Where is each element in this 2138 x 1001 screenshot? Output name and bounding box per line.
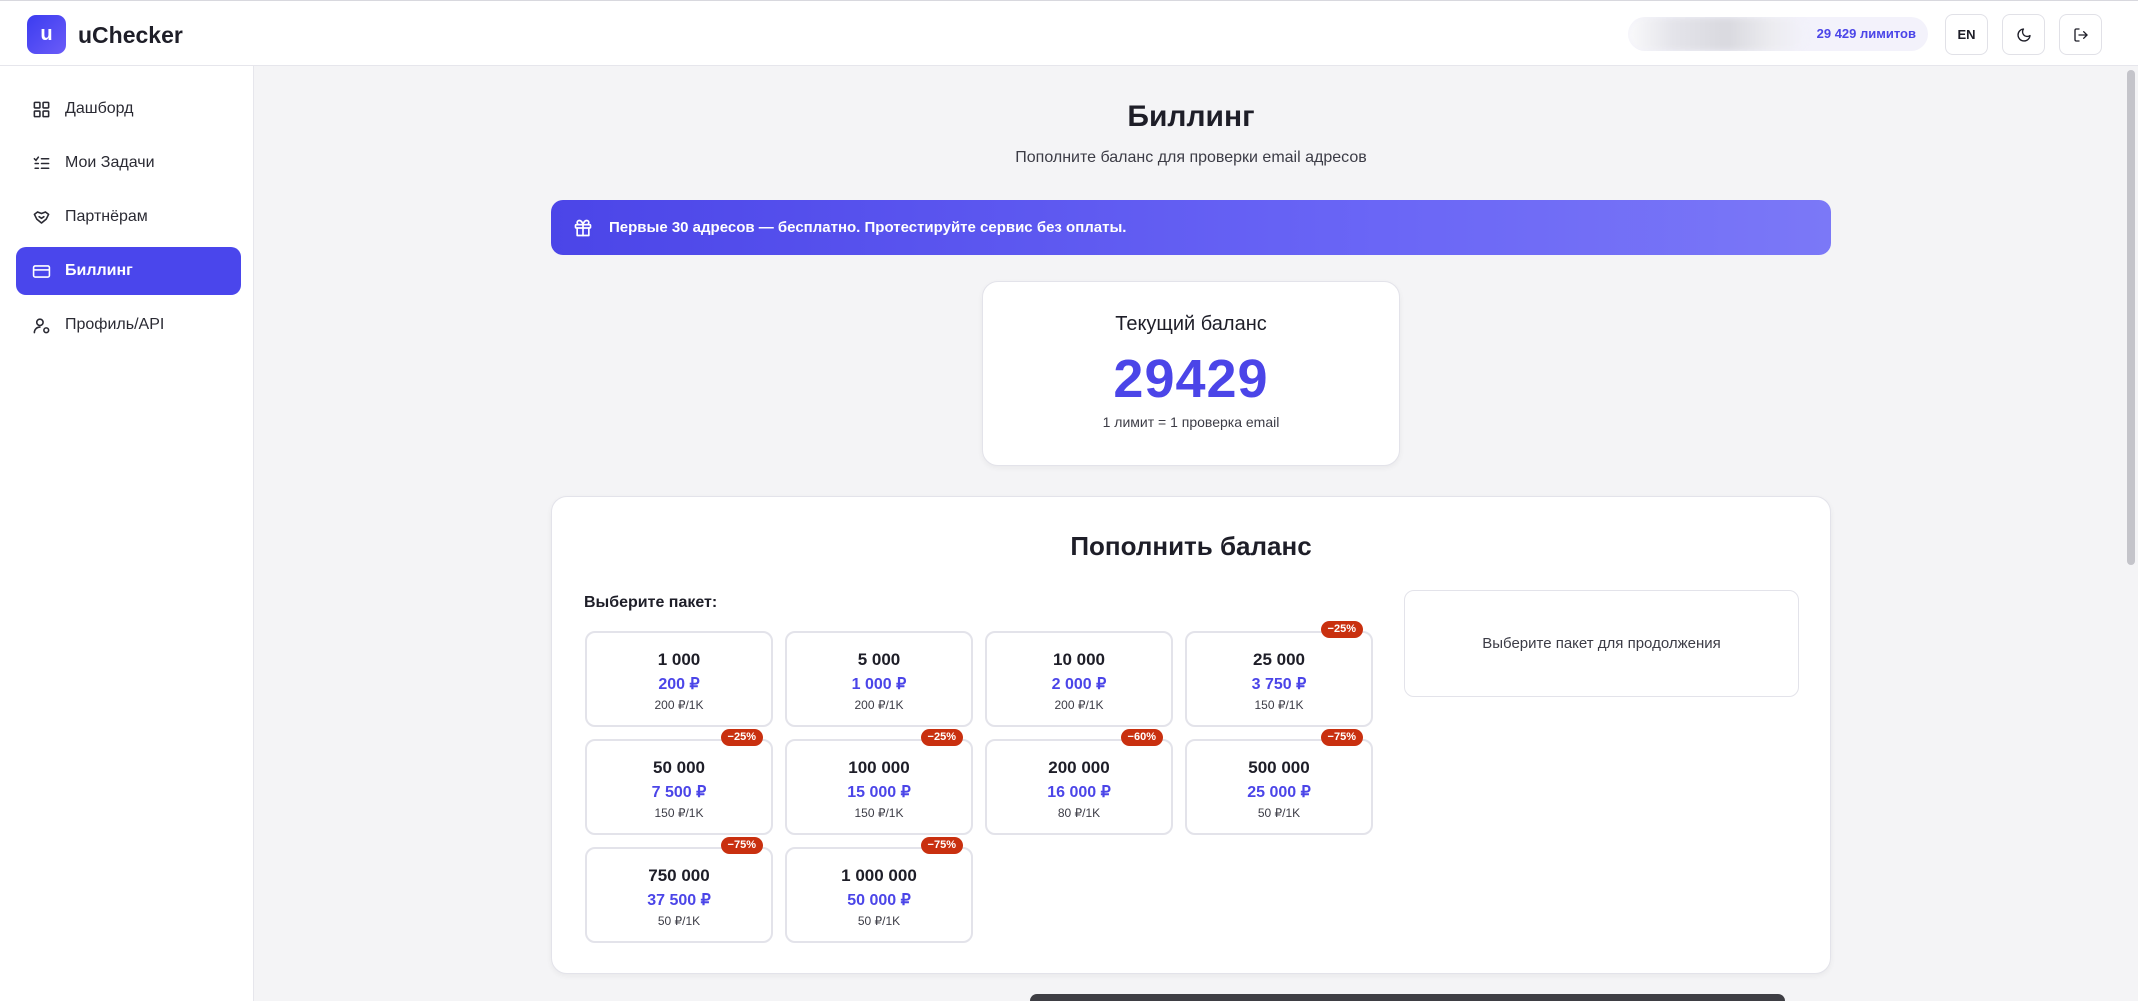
- sidebar-item-label: Дашборд: [65, 100, 134, 117]
- sidebar-item-billing[interactable]: Биллинг: [16, 247, 241, 295]
- sidebar-item-profile[interactable]: Профиль/API: [16, 301, 241, 349]
- package-rate: 150 ₽/1K: [1254, 698, 1304, 712]
- language-button[interactable]: EN: [1945, 14, 1988, 55]
- package-amount: 5 000: [857, 650, 901, 669]
- package-card[interactable]: 10 000 2 000 ₽ 200 ₽/1K: [985, 631, 1173, 727]
- package-rate: 50 ₽/1K: [857, 914, 901, 928]
- package-amount: 1 000 000: [841, 866, 917, 885]
- credit-card-icon: [32, 264, 51, 278]
- handshake-icon: [33, 210, 50, 224]
- limits-badge: 29 429 лимитов: [1816, 26, 1916, 41]
- package-rate: 50 ₽/1K: [1257, 806, 1301, 820]
- package-rate: 200 ₽/1K: [1054, 698, 1104, 712]
- page-subtitle: Пополните баланс для проверки email адре…: [1015, 149, 1367, 166]
- package-card[interactable]: 500 000 25 000 ₽ 50 ₽/1K −75%: [1185, 729, 1373, 835]
- package-amount: 10 000: [1053, 650, 1105, 669]
- sidebar: Дашборд Мои Задачи Партнёрам Биллинг Про…: [0, 66, 254, 1001]
- brand-name[interactable]: uChecker: [78, 22, 183, 49]
- package-card[interactable]: 25 000 3 750 ₽ 150 ₽/1K −25%: [1185, 621, 1373, 727]
- package-price: 7 500 ₽: [651, 784, 707, 801]
- discount-badge: −75%: [1320, 729, 1363, 746]
- logo-letter: u: [40, 23, 53, 45]
- page-title: Биллинг: [1127, 100, 1255, 133]
- order-summary: Выберите пакет для продолжения: [1404, 590, 1799, 697]
- promo-banner: Первые 30 адресов — бесплатно. Протестир…: [551, 200, 1831, 255]
- package-amount: 500 000: [1248, 758, 1310, 777]
- package-card[interactable]: 1 000 000 50 000 ₽ 50 ₽/1K −75%: [785, 837, 973, 943]
- theme-toggle-button[interactable]: [2002, 14, 2045, 55]
- package-price: 3 750 ₽: [1251, 676, 1307, 693]
- logout-icon: [2073, 27, 2088, 42]
- package-amount: 200 000: [1048, 758, 1110, 777]
- choose-package-label: Выберите пакет:: [584, 594, 718, 611]
- promo-text: Первые 30 адресов — бесплатно. Протестир…: [609, 219, 1127, 236]
- balance-label: Текущий баланс: [1115, 313, 1267, 335]
- package-amount: 100 000: [848, 758, 910, 777]
- logout-button[interactable]: [2059, 14, 2102, 55]
- package-amount: 50 000: [653, 758, 705, 777]
- package-card[interactable]: 50 000 7 500 ₽ 150 ₽/1K −25%: [585, 729, 773, 835]
- package-price: 15 000 ₽: [847, 784, 911, 801]
- package-rate: 150 ₽/1K: [654, 806, 704, 820]
- sidebar-item-label: Профиль/API: [65, 316, 165, 333]
- package-card[interactable]: 100 000 15 000 ₽ 150 ₽/1K −25%: [785, 729, 973, 835]
- sidebar-item-tasks[interactable]: Мои Задачи: [16, 139, 241, 187]
- package-rate: 150 ₽/1K: [854, 806, 904, 820]
- package-price: 37 500 ₽: [647, 892, 711, 909]
- package-rate: 80 ₽/1K: [1057, 806, 1101, 820]
- package-price: 1 000 ₽: [851, 676, 907, 693]
- discount-badge: −25%: [920, 729, 963, 746]
- task-list-icon: [33, 155, 50, 169]
- sidebar-item-partners[interactable]: Партнёрам: [16, 193, 241, 241]
- package-amount: 1 000: [657, 650, 701, 669]
- package-price: 25 000 ₽: [1247, 784, 1311, 801]
- top-header: u uChecker 29 429 лимитов EN: [0, 0, 2138, 66]
- package-price: 50 000 ₽: [847, 892, 911, 909]
- user-email-blurred: [1628, 17, 1808, 51]
- discount-badge: −60%: [1120, 729, 1163, 746]
- package-rate: 200 ₽/1K: [854, 698, 904, 712]
- balance-card: Текущий баланс 29429 1 лимит = 1 проверк…: [982, 281, 1400, 466]
- topup-title: Пополнить баланс: [1070, 531, 1312, 561]
- user-settings-icon: [33, 317, 50, 333]
- sidebar-item-dashboard[interactable]: Дашборд: [16, 85, 241, 133]
- gift-icon: [574, 219, 592, 236]
- package-price: 16 000 ₽: [1047, 784, 1111, 801]
- dashboard-icon: [33, 101, 50, 117]
- account-pill[interactable]: 29 429 лимитов: [1628, 17, 1928, 51]
- floating-toolbar: [1030, 994, 1785, 1001]
- discount-badge: −75%: [720, 837, 763, 854]
- logo[interactable]: u: [27, 15, 66, 54]
- summary-placeholder: Выберите пакет для продолжения: [1482, 635, 1721, 652]
- package-card[interactable]: 750 000 37 500 ₽ 50 ₽/1K −75%: [585, 837, 773, 943]
- discount-badge: −25%: [720, 729, 763, 746]
- language-label: EN: [1957, 27, 1976, 42]
- package-card[interactable]: 200 000 16 000 ₽ 80 ₽/1K −60%: [985, 729, 1173, 835]
- package-amount: 25 000: [1253, 650, 1305, 669]
- moon-icon: [2016, 27, 2031, 42]
- package-amount: 750 000: [648, 866, 710, 885]
- package-rate: 50 ₽/1K: [657, 914, 701, 928]
- package-card[interactable]: 1 000 200 ₽ 200 ₽/1K: [585, 631, 773, 727]
- topup-card: Пополнить баланс Выберите пакет: 1 000 20…: [551, 496, 1831, 974]
- balance-note: 1 лимит = 1 проверка email: [1102, 414, 1280, 430]
- sidebar-item-label: Мои Задачи: [65, 154, 155, 171]
- discount-badge: −25%: [1320, 621, 1363, 638]
- sidebar-item-label: Партнёрам: [65, 208, 148, 225]
- package-card[interactable]: 5 000 1 000 ₽ 200 ₽/1K: [785, 631, 973, 727]
- discount-badge: −75%: [920, 837, 963, 854]
- package-price: 2 000 ₽: [1051, 676, 1107, 693]
- sidebar-item-label: Биллинг: [65, 262, 133, 279]
- balance-value: 29429: [1113, 349, 1269, 409]
- package-price: 200 ₽: [658, 676, 700, 693]
- scrollbar-thumb[interactable]: [2127, 70, 2135, 565]
- package-rate: 200 ₽/1K: [654, 698, 704, 712]
